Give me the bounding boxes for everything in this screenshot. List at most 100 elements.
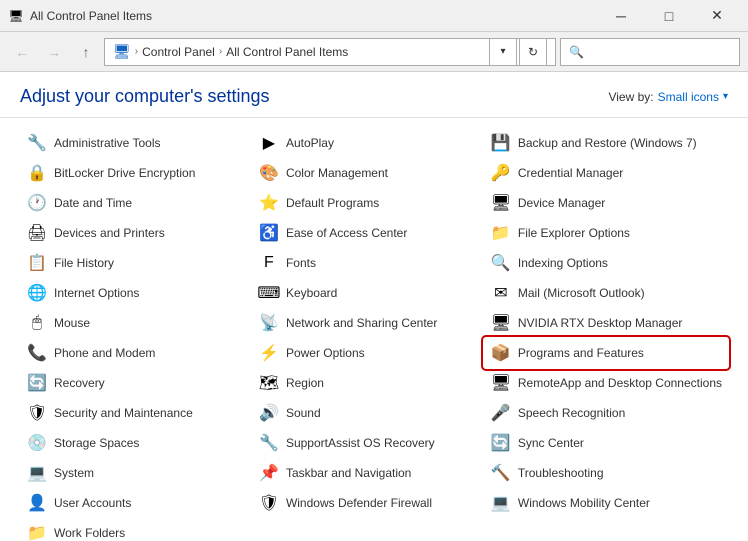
- file-explorer-options-icon: 📁: [490, 222, 512, 244]
- grid-item-date-time[interactable]: 🕐Date and Time: [20, 188, 252, 218]
- breadcrumb-item-1[interactable]: Control Panel: [142, 45, 215, 59]
- grid-item-phone-modem[interactable]: 📞Phone and Modem: [20, 338, 252, 368]
- speech-recognition-label: Speech Recognition: [518, 406, 625, 420]
- grid-item-credential-manager[interactable]: 🔑Credential Manager: [484, 158, 728, 188]
- ease-access-label: Ease of Access Center: [286, 226, 407, 240]
- sync-center-icon: 🔄: [490, 432, 512, 454]
- grid-item-sync-center[interactable]: 🔄 Sync Center: [484, 428, 728, 458]
- view-by-value[interactable]: Small icons: [658, 90, 719, 104]
- keyboard-label: Keyboard: [286, 286, 337, 300]
- grid-item-system[interactable]: 💻System: [20, 458, 252, 488]
- grid-item-recovery[interactable]: 🔄 Recovery: [20, 368, 252, 398]
- phone-modem-label: Phone and Modem: [54, 346, 155, 360]
- user-accounts-icon: 👤: [26, 492, 48, 514]
- fonts-icon: F: [258, 252, 280, 274]
- network-sharing-label: Network and Sharing Center: [286, 316, 437, 330]
- refresh-button[interactable]: ↻: [519, 38, 547, 66]
- indexing-options-icon: 🔍: [490, 252, 512, 274]
- device-manager-label: Device Manager: [518, 196, 605, 210]
- grid-item-autoplay[interactable]: ▶AutoPlay: [252, 128, 484, 158]
- system-icon: 💻: [26, 462, 48, 484]
- grid-item-mail[interactable]: ✉Mail (Microsoft Outlook): [484, 278, 728, 308]
- grid-item-programs-features[interactable]: 📦Programs and Features: [484, 338, 728, 368]
- windows-mobility-label: Windows Mobility Center: [518, 496, 650, 510]
- grid-item-remoteapp[interactable]: 🖥RemoteApp and Desktop Connections: [484, 368, 728, 398]
- grid-item-color-management[interactable]: 🎨Color Management: [252, 158, 484, 188]
- content-header: Adjust your computer's settings View by:…: [0, 72, 748, 118]
- grid-item-internet-options[interactable]: 🌐Internet Options: [20, 278, 252, 308]
- autoplay-icon: ▶: [258, 132, 280, 154]
- mail-icon: ✉: [490, 282, 512, 304]
- up-button[interactable]: ↑: [72, 38, 100, 66]
- backup-restore-label: Backup and Restore (Windows 7): [518, 136, 697, 150]
- devices-printers-label: Devices and Printers: [54, 226, 165, 240]
- search-box[interactable]: 🔍: [560, 38, 740, 66]
- storage-spaces-label: Storage Spaces: [54, 436, 139, 450]
- remoteapp-icon: 🖥: [490, 372, 512, 394]
- backup-restore-icon: 💾: [490, 132, 512, 154]
- grid-item-ease-access[interactable]: ♿Ease of Access Center: [252, 218, 484, 248]
- mouse-icon: 🖱: [26, 312, 48, 334]
- grid-item-windows-mobility[interactable]: 💻Windows Mobility Center: [484, 488, 728, 518]
- grid-item-device-manager[interactable]: 🖥Device Manager: [484, 188, 728, 218]
- grid-item-fonts[interactable]: FFonts: [252, 248, 484, 278]
- grid-item-indexing-options[interactable]: 🔍 Indexing Options: [484, 248, 728, 278]
- grid-item-network-sharing[interactable]: 📡Network and Sharing Center: [252, 308, 484, 338]
- region-icon: 🗺: [258, 372, 280, 394]
- title-bar-controls: ─ □ ✕: [598, 1, 740, 31]
- breadcrumb-icon: 🖥: [113, 43, 131, 60]
- recovery-icon: 🔄: [26, 372, 48, 394]
- indexing-options-label: Indexing Options: [518, 256, 608, 270]
- address-input[interactable]: 🖥 › Control Panel › All Control Panel It…: [104, 38, 556, 66]
- internet-options-icon: 🌐: [26, 282, 48, 304]
- work-folders-icon: 📁: [26, 522, 48, 541]
- color-management-icon: 🎨: [258, 162, 280, 184]
- page-title: Adjust your computer's settings: [20, 86, 270, 107]
- grid-item-region[interactable]: 🗺Region: [252, 368, 484, 398]
- troubleshooting-icon: 🔨: [490, 462, 512, 484]
- grid-item-administrative-tools[interactable]: 🔧Administrative Tools: [20, 128, 252, 158]
- administrative-tools-icon: 🔧: [26, 132, 48, 154]
- sound-icon: 🔊: [258, 402, 280, 424]
- grid-item-user-accounts[interactable]: 👤User Accounts: [20, 488, 252, 518]
- minimize-button[interactable]: ─: [598, 1, 644, 31]
- default-programs-label: Default Programs: [286, 196, 379, 210]
- grid-item-supportassist[interactable]: 🔧SupportAssist OS Recovery: [252, 428, 484, 458]
- recovery-label: Recovery: [54, 376, 105, 390]
- address-dropdown[interactable]: ▾: [489, 38, 517, 66]
- grid-item-work-folders[interactable]: 📁Work Folders: [20, 518, 252, 541]
- grid-item-nvidia-rtx[interactable]: 🖥NVIDIA RTX Desktop Manager: [484, 308, 728, 338]
- close-button[interactable]: ✕: [694, 1, 740, 31]
- grid-item-windows-defender[interactable]: 🛡Windows Defender Firewall: [252, 488, 484, 518]
- grid-item-storage-spaces[interactable]: 💿Storage Spaces: [20, 428, 252, 458]
- grid-item-keyboard[interactable]: ⌨ Keyboard: [252, 278, 484, 308]
- grid-item-troubleshooting[interactable]: 🔨Troubleshooting: [484, 458, 728, 488]
- grid-item-bitlocker[interactable]: 🔒BitLocker Drive Encryption: [20, 158, 252, 188]
- restore-button[interactable]: □: [646, 1, 692, 31]
- grid-item-sound[interactable]: 🔊Sound: [252, 398, 484, 428]
- grid-item-devices-printers[interactable]: 🖨 Devices and Printers: [20, 218, 252, 248]
- back-button[interactable]: ←: [8, 38, 36, 66]
- grid-item-speech-recognition[interactable]: 🎤Speech Recognition: [484, 398, 728, 428]
- breadcrumb-item-2[interactable]: All Control Panel Items: [226, 45, 348, 59]
- title-bar-title: All Control Panel Items: [30, 9, 598, 23]
- grid-item-backup-restore[interactable]: 💾 Backup and Restore (Windows 7): [484, 128, 728, 158]
- grid-item-default-programs[interactable]: ⭐Default Programs: [252, 188, 484, 218]
- windows-defender-label: Windows Defender Firewall: [286, 496, 432, 510]
- breadcrumb: 🖥 › Control Panel › All Control Panel It…: [113, 43, 348, 60]
- supportassist-label: SupportAssist OS Recovery: [286, 436, 435, 450]
- grid-item-mouse[interactable]: 🖱Mouse: [20, 308, 252, 338]
- grid-item-security-maintenance[interactable]: 🛡Security and Maintenance: [20, 398, 252, 428]
- grid-cell-empty: [252, 518, 484, 541]
- grid-item-power-options[interactable]: ⚡Power Options: [252, 338, 484, 368]
- devices-printers-icon: 🖨: [26, 222, 48, 244]
- grid-item-file-explorer-options[interactable]: 📁File Explorer Options: [484, 218, 728, 248]
- sync-center-label: Sync Center: [518, 436, 584, 450]
- keyboard-icon: ⌨: [258, 282, 280, 304]
- view-by-arrow[interactable]: ▾: [723, 91, 728, 102]
- grid-item-taskbar-navigation[interactable]: 📌Taskbar and Navigation: [252, 458, 484, 488]
- grid-item-file-history[interactable]: 📋File History: [20, 248, 252, 278]
- forward-button[interactable]: →: [40, 38, 68, 66]
- bitlocker-icon: 🔒: [26, 162, 48, 184]
- items-grid: 🔧Administrative Tools▶AutoPlay 💾 Backup an…: [0, 118, 748, 541]
